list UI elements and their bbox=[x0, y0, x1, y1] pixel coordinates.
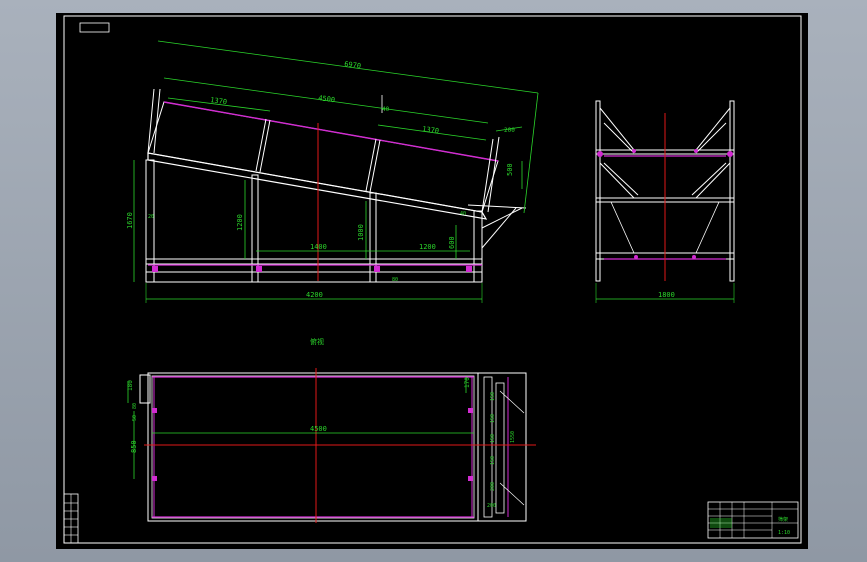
dim-end-width: 1800 bbox=[658, 291, 675, 299]
drawing-canvas: 6970 4500 1370 1370 40 200 500 1670 1200… bbox=[63, 15, 802, 544]
dim-small-left-a: 80 bbox=[132, 403, 138, 409]
dim-plan-length: 4500 bbox=[310, 425, 327, 433]
revision-block bbox=[63, 493, 79, 544]
dim-pitch: 40 bbox=[382, 106, 390, 113]
dim-seg-right: 1370 bbox=[422, 125, 440, 135]
base-rail-upper bbox=[145, 258, 483, 265]
screen-rib bbox=[255, 118, 267, 172]
dim-right-c: 150 bbox=[490, 434, 496, 443]
plan-view-label: 俯视 bbox=[310, 337, 324, 346]
dim-leg-height: 1670 bbox=[126, 212, 134, 229]
dim-overall-length: 6970 bbox=[344, 60, 362, 70]
leg-right bbox=[473, 210, 483, 283]
dim-plan-left-b: 180 bbox=[127, 380, 134, 391]
dim-right-end: 200 bbox=[504, 127, 515, 134]
dim-screen-length: 4500 bbox=[318, 94, 336, 104]
title-name: 筛架 bbox=[778, 516, 788, 523]
plan-end-frame bbox=[477, 372, 527, 522]
title-block: 筛架 1:10 bbox=[707, 501, 799, 539]
end-post-right bbox=[729, 100, 735, 282]
dim-right-a: 150 bbox=[490, 392, 496, 401]
side-view: 6970 4500 1370 1370 40 200 500 1670 1200… bbox=[126, 40, 539, 303]
dim-plan-left-a: 850 bbox=[130, 440, 138, 453]
dim-inner-height-a: 1200 bbox=[236, 214, 244, 231]
screen-deck bbox=[147, 152, 488, 220]
mark-right: 40 bbox=[460, 211, 466, 217]
mark-bottom: 80 bbox=[392, 277, 398, 283]
drawing-border bbox=[63, 15, 802, 544]
dim-inner-height-c: 600 bbox=[448, 236, 456, 249]
dim-base-length: 4200 bbox=[306, 291, 323, 299]
dim-span-right: 1200 bbox=[419, 243, 436, 251]
screen-box bbox=[147, 101, 499, 213]
dim-inner-height-b: 1000 bbox=[357, 224, 365, 241]
dim-right-e: 1550 bbox=[510, 431, 516, 443]
base-rail-lower bbox=[145, 271, 483, 283]
end-post-left bbox=[595, 100, 601, 282]
drawing-sheet: 6970 4500 1370 1370 40 200 500 1670 1200… bbox=[56, 13, 808, 549]
plan-view: 俯视 4500 850 180 170 80 50 150 150 150 15… bbox=[127, 337, 536, 523]
title-scale: 1:10 bbox=[778, 530, 790, 536]
dim-right-b: 150 bbox=[490, 414, 496, 423]
plan-outline bbox=[147, 372, 479, 522]
screen-rib bbox=[365, 138, 377, 192]
dim-small: 200 bbox=[487, 503, 496, 509]
dim-seg-left: 1370 bbox=[210, 96, 228, 106]
dim-right-f: 200 bbox=[490, 482, 496, 491]
code-box bbox=[79, 22, 110, 33]
dim-right-height: 500 bbox=[506, 163, 514, 176]
dim-plan-top-right: 170 bbox=[464, 377, 471, 388]
dim-right-d: 150 bbox=[490, 456, 496, 465]
dim-small-left-b: 50 bbox=[132, 415, 138, 421]
leg-mid-left bbox=[251, 174, 259, 283]
dim-span-mid: 1400 bbox=[310, 243, 327, 251]
end-view: 1800 bbox=[595, 100, 735, 303]
screen-top-edge bbox=[163, 101, 499, 162]
cad-viewport[interactable]: 6970 4500 1370 1370 40 200 500 1670 1200… bbox=[0, 0, 867, 562]
mark-left: 20 bbox=[148, 214, 154, 220]
